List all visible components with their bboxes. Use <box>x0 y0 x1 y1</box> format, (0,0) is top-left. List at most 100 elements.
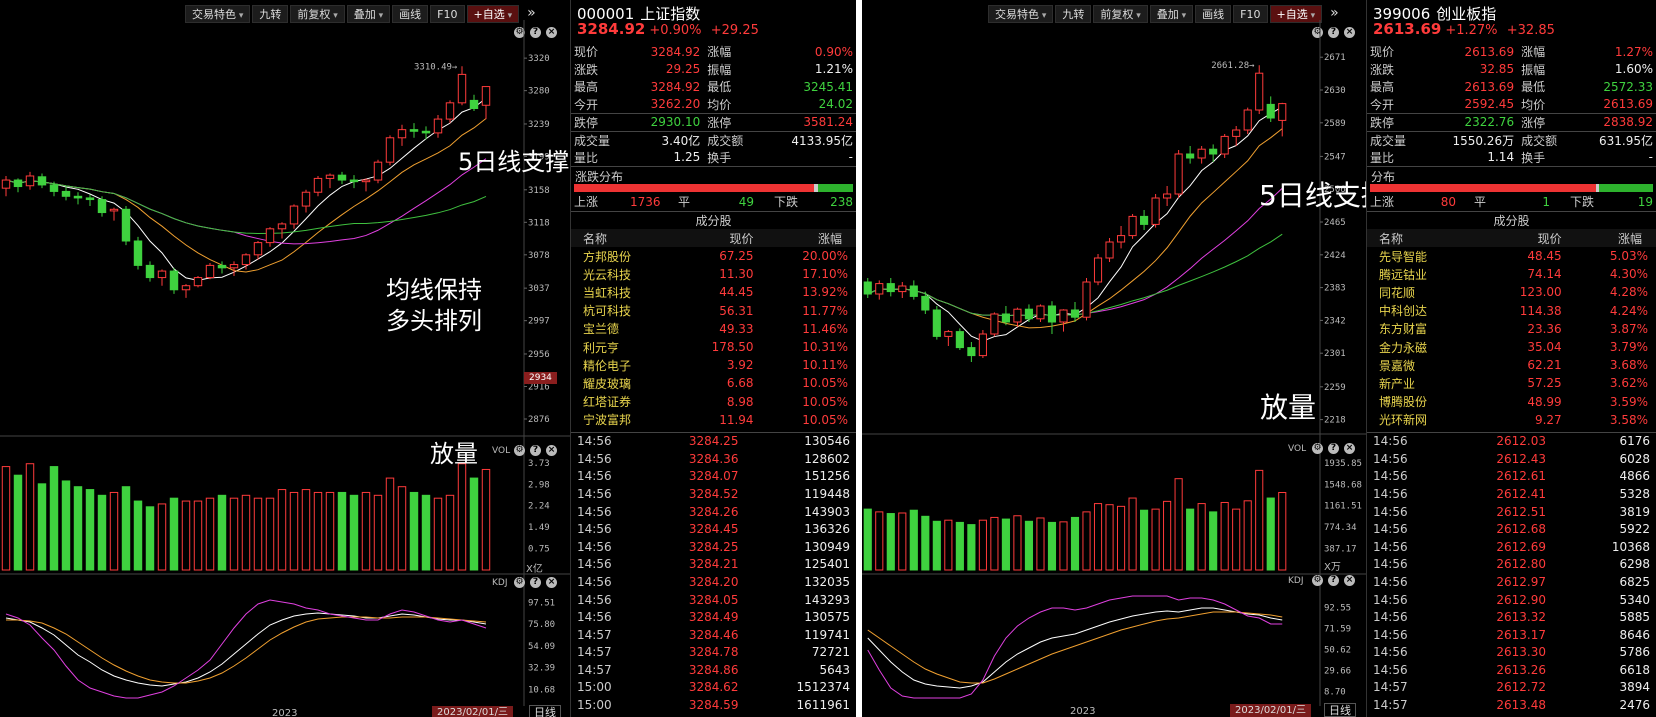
index-change-pct: +1.27% <box>1445 23 1498 38</box>
settings-icon[interactable]: ⚙ <box>1312 443 1323 454</box>
quote-row: 现价 3284.92 涨幅 0.90% <box>571 43 856 61</box>
tick-row: 14:56 3284.26 143903 <box>571 503 856 521</box>
dist-row: 上涨 80 平 1 下跌 19 <box>1367 193 1656 211</box>
volume-bar <box>217 494 227 571</box>
stock-name: 中科创达 <box>1379 304 1428 319</box>
candle-body <box>1243 109 1252 131</box>
close-icon[interactable]: × <box>1344 443 1355 454</box>
y-tick-label: 3239 <box>528 120 550 130</box>
tick-time: 15:00 <box>577 698 612 713</box>
tick-price: 2612.41 <box>1496 486 1547 501</box>
constituent-row[interactable]: 精伦电子 3.92 10.11% <box>571 356 856 374</box>
constituent-row[interactable]: 杭可科技 56.31 11.77% <box>571 302 856 320</box>
tick-time: 14:57 <box>1373 680 1408 695</box>
constituent-row[interactable]: 当虹科技 44.45 13.92% <box>571 283 856 301</box>
col-change[interactable]: 涨幅 <box>1571 229 1656 247</box>
col-name[interactable]: 名称 <box>1367 229 1477 247</box>
kdj-tick-label: 8.70 <box>1324 687 1346 697</box>
tick-price: 3284.86 <box>688 662 739 677</box>
tick-price: 3284.52 <box>688 486 739 501</box>
col-change[interactable]: 涨幅 <box>763 229 856 247</box>
constituent-row[interactable]: 博腾股份 48.99 3.59% <box>1367 393 1656 411</box>
constituent-row[interactable]: 新产业 57.25 3.62% <box>1367 374 1656 392</box>
dist-bar-down <box>1599 184 1653 192</box>
quote-key: 均价 <box>1521 97 1546 112</box>
stock-price: 44.45 <box>719 285 754 300</box>
constituent-row[interactable]: 光云科技 11.30 17.10% <box>571 265 856 283</box>
candle-body <box>1220 135 1229 155</box>
tick-time: 14:56 <box>1373 645 1408 660</box>
constituent-row[interactable]: 耀皮玻璃 6.68 10.05% <box>571 374 856 392</box>
constituent-row[interactable]: 宁波富邦 11.94 10.05% <box>571 411 856 429</box>
right-kline-svg[interactable]: 2671263025892547250624652424238323422301… <box>862 0 1366 717</box>
stock-name: 利元亨 <box>583 340 620 355</box>
constituent-row[interactable]: 红塔证券 8.98 10.05% <box>571 393 856 411</box>
quote-table: 现价 2613.69 涨幅 1.27% 涨跌 32.85 振幅 1.60% 最高 2613.69 最… <box>1367 43 1656 166</box>
period-daily[interactable]: 日线 <box>1324 703 1356 717</box>
vol-tick-label: 387.17 <box>1324 545 1357 555</box>
col-price[interactable]: 现价 <box>1476 229 1572 247</box>
dist-flat-label: 平 <box>677 195 690 209</box>
constituent-row[interactable]: 景嘉微 62.21 3.68% <box>1367 356 1656 374</box>
index-price-line: 2613.69 +1.27% +32.85 <box>1367 20 1656 40</box>
quote-value: 2930.10 <box>650 115 701 129</box>
close-icon[interactable]: × <box>546 577 557 588</box>
quote-value: 2613.69 <box>1603 97 1653 111</box>
constituent-row[interactable]: 东方财富 23.36 3.87% <box>1367 320 1656 338</box>
constituent-row[interactable]: 先导智能 48.45 5.03% <box>1367 247 1656 265</box>
tick-volume: 132035 <box>804 574 850 589</box>
volume-bar <box>469 477 479 571</box>
col-name[interactable]: 名称 <box>571 229 675 247</box>
constituent-row[interactable]: 金力永磁 35.04 3.79% <box>1367 338 1656 356</box>
tick-volume: 5786 <box>1619 645 1650 660</box>
candle-body <box>1070 309 1080 318</box>
tick-row: 14:56 2613.30 5786 <box>1367 644 1656 662</box>
left-kdj-controls: ⚙ ? × <box>514 577 557 588</box>
tick-row: 14:56 2612.41 5328 <box>1367 485 1656 503</box>
volume-bar <box>445 494 455 571</box>
settings-icon[interactable]: ⚙ <box>1312 575 1323 586</box>
help-icon[interactable]: ? <box>1328 443 1339 454</box>
volume-bar <box>1255 469 1264 571</box>
period-daily[interactable]: 日线 <box>529 705 561 717</box>
help-icon[interactable]: ? <box>530 445 541 456</box>
quote-key: 成交额 <box>707 133 744 148</box>
vol-label: VOL <box>492 446 511 456</box>
constituent-row[interactable]: 方邦股份 67.25 20.00% <box>571 247 856 265</box>
candle-body <box>1128 215 1137 237</box>
kdj-d-line <box>867 611 1283 684</box>
tick-price: 3284.62 <box>688 680 739 695</box>
tick-row: 14:56 2612.90 5340 <box>1367 591 1656 609</box>
candle-body <box>1163 193 1172 199</box>
stock-price: 35.04 <box>1527 340 1562 355</box>
settings-icon[interactable]: ⚙ <box>514 445 525 456</box>
settings-icon[interactable]: ⚙ <box>514 577 525 588</box>
candle-body <box>241 254 251 266</box>
quote-key: 换手 <box>707 150 732 165</box>
help-icon[interactable]: ? <box>530 577 541 588</box>
close-icon[interactable]: × <box>546 445 557 456</box>
constituent-row[interactable]: 光环新网 9.27 3.58% <box>1367 411 1656 429</box>
quote-key: 振幅 <box>1521 62 1546 77</box>
left-kline-svg[interactable]: 3320328032393199315831183078303729972956… <box>0 0 570 717</box>
index-header: 399006 创业板指 <box>1367 0 1656 23</box>
constituent-row[interactable]: 利元亨 178.50 10.31% <box>571 338 856 356</box>
constituent-row[interactable]: 腾远钴业 74.14 4.30% <box>1367 265 1656 283</box>
constituent-row[interactable]: 中科创达 114.38 4.24% <box>1367 302 1656 320</box>
constituent-row[interactable]: 宝兰德 49.33 11.46% <box>571 320 856 338</box>
volume-bar <box>1128 497 1137 571</box>
tick-price: 2612.03 <box>1496 434 1547 449</box>
constituent-row[interactable]: 同花顺 123.00 4.28% <box>1367 283 1656 301</box>
close-icon[interactable]: × <box>1344 575 1355 586</box>
kdj-k-line <box>867 607 1283 689</box>
tick-time: 14:56 <box>1373 486 1408 501</box>
quote-row: 量比 1.14 换手 - <box>1367 149 1656 167</box>
stock-change: 17.10% <box>802 267 848 282</box>
tick-time: 14:56 <box>1373 539 1408 554</box>
help-icon[interactable]: ? <box>1328 575 1339 586</box>
col-price[interactable]: 现价 <box>674 229 764 247</box>
candle-body <box>433 118 443 134</box>
stock-price: 9.27 <box>1534 412 1562 427</box>
quote-key: 涨幅 <box>1521 45 1546 60</box>
dist-down-label: 下跌 <box>1569 195 1594 209</box>
